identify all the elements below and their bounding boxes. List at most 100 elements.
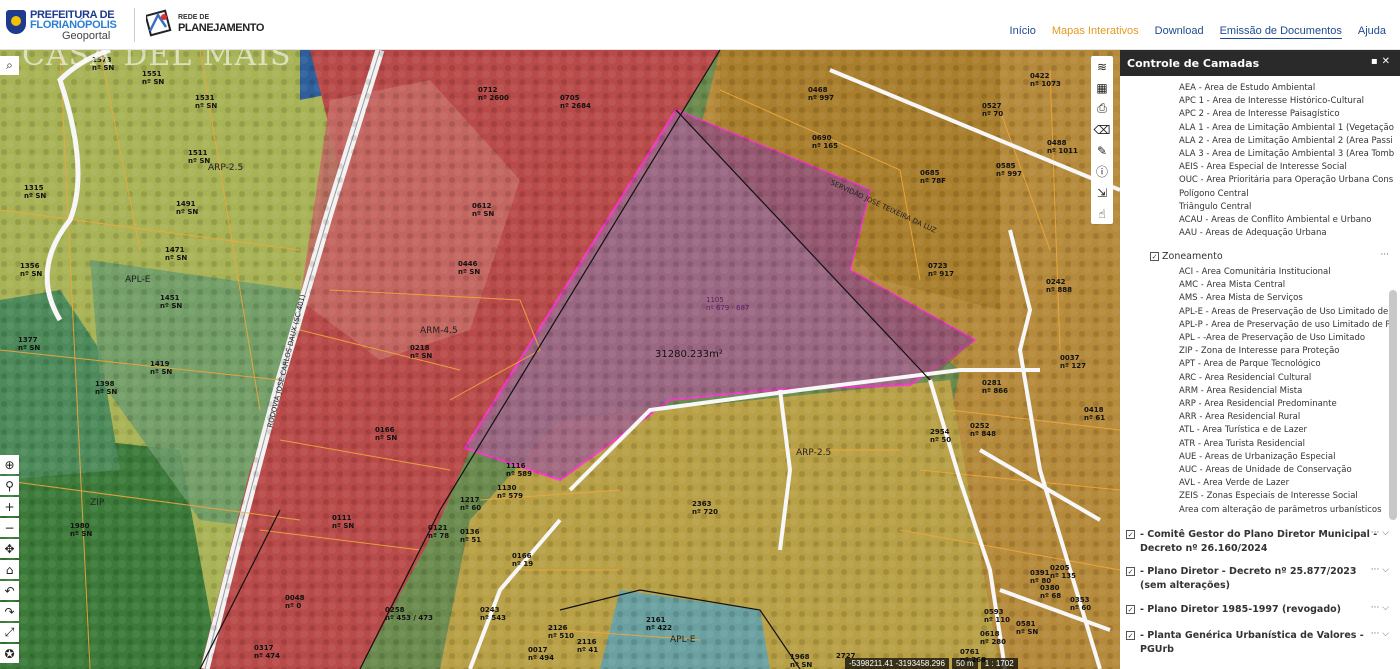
svg-text:2954: 2954: [930, 428, 950, 436]
svg-text:0422: 0422: [1030, 72, 1050, 80]
export-icon[interactable]: ⇲: [1091, 182, 1113, 203]
svg-text:0712: 0712: [478, 86, 498, 94]
home-icon[interactable]: ⌂: [0, 560, 19, 579]
zoom-out-icon[interactable]: −: [0, 518, 19, 537]
map-canvas[interactable]: ARP-2.5 APL-E ZIP ARM-4.5 ARP-2.5 APL-E …: [0, 50, 1120, 669]
map-toolbar: ≋ ▦ ⎙ ⌫ ✎ ⓘ ⇲ ☝: [1091, 56, 1113, 224]
svg-text:1980: 1980: [70, 522, 90, 530]
svg-text:nº SN: nº SN: [20, 270, 42, 278]
identify-hand-icon[interactable]: ☝: [1091, 203, 1113, 224]
legend-item: APC 2 - Área de Interesse Paisagístico: [1179, 109, 1400, 122]
basemap-icon[interactable]: ▦: [1091, 77, 1113, 98]
nav-ajuda[interactable]: Ajuda: [1358, 25, 1386, 39]
svg-text:nº 888: nº 888: [1046, 286, 1072, 294]
locate-icon[interactable]: ✪: [0, 644, 19, 663]
minimize-icon[interactable]: ▪: [1371, 56, 1382, 67]
group-checkbox[interactable]: ✓: [1126, 631, 1135, 640]
logo-sub: Geoportal: [62, 30, 111, 42]
svg-text:nº 453 / 473: nº 453 / 473: [385, 614, 433, 622]
group-comite-gestor[interactable]: ✓ - Comitê Gestor do Plano Diretor Munic…: [1126, 528, 1389, 556]
group-checkbox[interactable]: ✓: [1126, 605, 1135, 614]
svg-text:nº SN: nº SN: [165, 254, 187, 262]
svg-text:0037: 0037: [1060, 354, 1080, 362]
group-checkbox[interactable]: ✓: [1126, 530, 1135, 539]
svg-text:nº 51: nº 51: [460, 536, 481, 544]
legend-item: AMC - Área Mista Central: [1179, 280, 1400, 293]
svg-text:0391: 0391: [1030, 569, 1050, 577]
logo2-main: PLANEJAMENTO: [178, 22, 265, 34]
pan-icon[interactable]: ✥: [0, 539, 19, 558]
legend-label: ACAU - Áreas de Conflito Ambiental e Urb…: [1179, 215, 1372, 225]
svg-text:0690: 0690: [812, 134, 832, 142]
nav-download[interactable]: Download: [1155, 25, 1204, 39]
group-checkbox[interactable]: ✓: [1126, 567, 1135, 576]
measure-icon[interactable]: ⚲: [0, 476, 19, 495]
legend-label: ALA 3 - Área de Limitação Ambiental 3 (Á…: [1179, 149, 1395, 159]
layers-icon[interactable]: ≋: [1091, 56, 1113, 77]
panel-scrollbar[interactable]: [1389, 290, 1397, 520]
legend-item: AMS - Área Mista de Serviços: [1179, 293, 1400, 306]
group-pgurb[interactable]: ✓ - Planta Genérica Urbanística de Valor…: [1126, 629, 1389, 657]
globe-icon[interactable]: ⊕: [0, 455, 19, 474]
legend-item: AVL - Área Verde de Lazer: [1179, 478, 1400, 491]
rede-planejamento-logo[interactable]: REDE DE PLANEJAMENTO: [146, 8, 266, 40]
svg-text:nº 494: nº 494: [528, 654, 554, 662]
svg-text:nº 720: nº 720: [692, 508, 718, 516]
redo-icon[interactable]: ↷: [0, 602, 19, 621]
group-plano-diretor-1985[interactable]: ✓ - Plano Diretor 1985-1997 (revogado) ·…: [1126, 603, 1389, 617]
legend-label: OUC - Área Prioritária para Operação Urb…: [1179, 175, 1394, 186]
svg-text:0317: 0317: [254, 644, 274, 652]
svg-text:0685: 0685: [920, 169, 940, 177]
print-icon[interactable]: ⎙: [1091, 98, 1113, 119]
svg-text:1217: 1217: [460, 496, 480, 504]
group-more-icon[interactable]: ··· ⌵: [1371, 528, 1389, 538]
svg-text:2126: 2126: [548, 624, 568, 632]
svg-text:1471: 1471: [165, 246, 185, 254]
legend-item: APL-E - Áreas de Preservação de Uso Limi…: [1179, 307, 1400, 320]
legend-label: APL - -Área de Preservação de Uso Limita…: [1179, 333, 1366, 343]
close-icon[interactable]: ✕: [1382, 56, 1394, 67]
svg-text:0243: 0243: [480, 606, 500, 614]
legend-item: ACAU - Áreas de Conflito Ambiental e Urb…: [1179, 215, 1400, 228]
draw-icon[interactable]: ✎: [1091, 140, 1113, 161]
svg-text:nº 0: nº 0: [285, 602, 301, 610]
zoom-in-icon[interactable]: +: [0, 497, 19, 516]
nav-emissao-documentos[interactable]: Emissão de Documentos: [1219, 25, 1342, 39]
group-more-icon[interactable]: ··· ⌵: [1371, 603, 1389, 613]
group-plano-diretor-2023[interactable]: ✓ - Plano Diretor - Decreto nº 25.877/20…: [1126, 565, 1389, 593]
svg-text:0618: 0618: [980, 630, 1000, 638]
legend-label: ARR - Área Residencial Rural: [1179, 412, 1301, 423]
prefeitura-logo[interactable]: PREFEITURA DE FLORIANÓPOLIS Geoportal: [6, 8, 130, 42]
zone-label-zip: ZIP: [90, 498, 105, 508]
fullscreen-icon[interactable]: ⤢: [0, 623, 19, 642]
nav-inicio[interactable]: Início: [1010, 25, 1036, 39]
svg-text:0612: 0612: [472, 202, 492, 210]
svg-text:nº 70: nº 70: [982, 110, 1003, 118]
svg-text:nº SN: nº SN: [160, 302, 182, 310]
ratio-readout[interactable]: 1 : 1702: [980, 658, 1018, 669]
svg-text:0111: 0111: [332, 514, 352, 522]
zoneamento-more-icon[interactable]: ···: [1380, 250, 1389, 260]
svg-text:nº 1073: nº 1073: [1030, 80, 1061, 88]
undo-icon[interactable]: ↶: [0, 581, 19, 600]
svg-text:nº 917: nº 917: [928, 270, 954, 278]
zoneamento-group[interactable]: ✓ Zoneamento ···: [1128, 250, 1389, 264]
group-more-icon[interactable]: ··· ⌵: [1371, 565, 1389, 575]
svg-text:1451: 1451: [160, 294, 180, 302]
svg-text:nº 474: nº 474: [254, 652, 280, 660]
svg-text:nº SN: nº SN: [150, 368, 172, 376]
legend-label: ARM - Área Residencial Mista: [1179, 385, 1303, 396]
legend-item: OUC - Área Prioritária para Operação Urb…: [1179, 175, 1400, 188]
nav-mapas-interativos[interactable]: Mapas Interativos: [1052, 25, 1139, 39]
coords-readout: -5398211.41 -3193458.296: [845, 658, 949, 669]
info-icon[interactable]: ⓘ: [1091, 161, 1113, 182]
legend-label: ALA 1 - Área de Limitação Ambiental 1 (V…: [1179, 122, 1394, 133]
zoneamento-checkbox[interactable]: ✓: [1150, 252, 1159, 261]
zone-label-arp-left: ARP-2.5: [208, 163, 243, 173]
group-more-icon[interactable]: ··· ⌵: [1371, 629, 1389, 639]
eraser-icon[interactable]: ⌫: [1091, 119, 1113, 140]
legend-item: Polígono Central: [1179, 189, 1400, 202]
svg-text:0121: 0121: [428, 524, 448, 532]
search-icon[interactable]: ⌕: [0, 56, 19, 75]
watermark: CASA DEL MAIS: [22, 50, 292, 73]
